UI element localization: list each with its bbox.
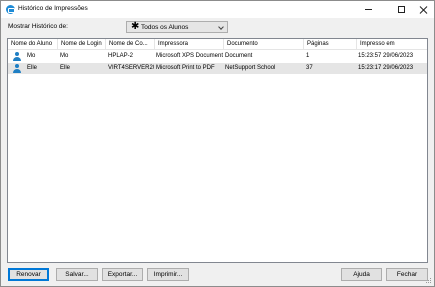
column-header-pages[interactable]: Páginas xyxy=(304,39,357,50)
cell-computer: HPLAP-2 xyxy=(108,53,134,59)
cell-student: Elle xyxy=(27,65,38,71)
cell-printed-at: 15:23:57 29/06/2023 xyxy=(358,53,414,59)
list-header: Nome do Aluno Nome de Login Nome de Co..… xyxy=(8,39,427,50)
minimize-icon xyxy=(365,9,372,10)
dropdown-selected-value: Todos os Alunos xyxy=(141,24,189,31)
refresh-button[interactable]: Renovar xyxy=(8,268,49,281)
cell-document: Document xyxy=(225,53,253,59)
column-header-printer[interactable]: Impressora xyxy=(155,39,224,50)
cell-printer: Microsoft XPS Document Writer xyxy=(156,53,223,59)
student-filter-dropdown[interactable]: ✱ Todos os Alunos xyxy=(126,21,228,33)
cell-printer: Microsoft Print to PDF xyxy=(156,65,215,71)
cell-printed-at: 15:23:17 29/06/2023 xyxy=(358,65,414,71)
window-title: Histórico de Impressões xyxy=(18,5,88,12)
all-students-icon: ✱ xyxy=(131,21,140,32)
cell-computer: VIRT4SERVER20 xyxy=(108,65,154,71)
cell-login: Mo xyxy=(60,53,69,59)
print-history-list[interactable]: Nome do Aluno Nome de Login Nome de Co..… xyxy=(7,38,428,263)
table-row[interactable]: Elle Elle VIRT4SERVER20 Microsoft Print … xyxy=(8,63,427,74)
cell-pages: 1 xyxy=(306,53,310,59)
column-header-document[interactable]: Documento xyxy=(224,39,304,50)
chevron-down-icon xyxy=(218,24,224,30)
help-button[interactable]: Ajuda xyxy=(341,268,382,281)
minimize-button[interactable] xyxy=(356,1,381,18)
title-bar: Histórico de Impressões xyxy=(1,1,434,18)
column-header-printed-at[interactable]: Impresso em xyxy=(357,39,427,50)
print-history-window: Histórico de Impressões Mostrar Históric… xyxy=(0,0,435,287)
student-icon xyxy=(13,64,21,73)
student-icon xyxy=(13,52,21,61)
table-row[interactable]: Mo Mo HPLAP-2 Microsoft XPS Document Wri… xyxy=(8,51,427,62)
column-header-student[interactable]: Nome do Aluno xyxy=(8,39,58,50)
export-button[interactable]: Exportar... xyxy=(102,268,143,281)
column-header-computer[interactable]: Nome de Co... xyxy=(106,39,155,50)
maximize-icon xyxy=(398,6,405,13)
cell-pages: 37 xyxy=(306,65,313,71)
column-header-login[interactable]: Nome de Login xyxy=(58,39,106,50)
save-button[interactable]: Salvar... xyxy=(56,268,98,281)
close-button[interactable]: Fechar xyxy=(386,268,428,281)
filter-label: Mostrar Histórico de: xyxy=(8,23,68,30)
close-window-button[interactable] xyxy=(411,1,435,18)
resize-grip[interactable] xyxy=(426,278,432,284)
cell-student: Mo xyxy=(27,53,36,59)
close-icon xyxy=(420,6,428,14)
cell-document: NetSupport School xyxy=(225,65,276,71)
print-button[interactable]: Imprimir... xyxy=(147,268,189,281)
cell-login: Elle xyxy=(60,65,71,71)
printer-app-icon xyxy=(6,5,15,14)
